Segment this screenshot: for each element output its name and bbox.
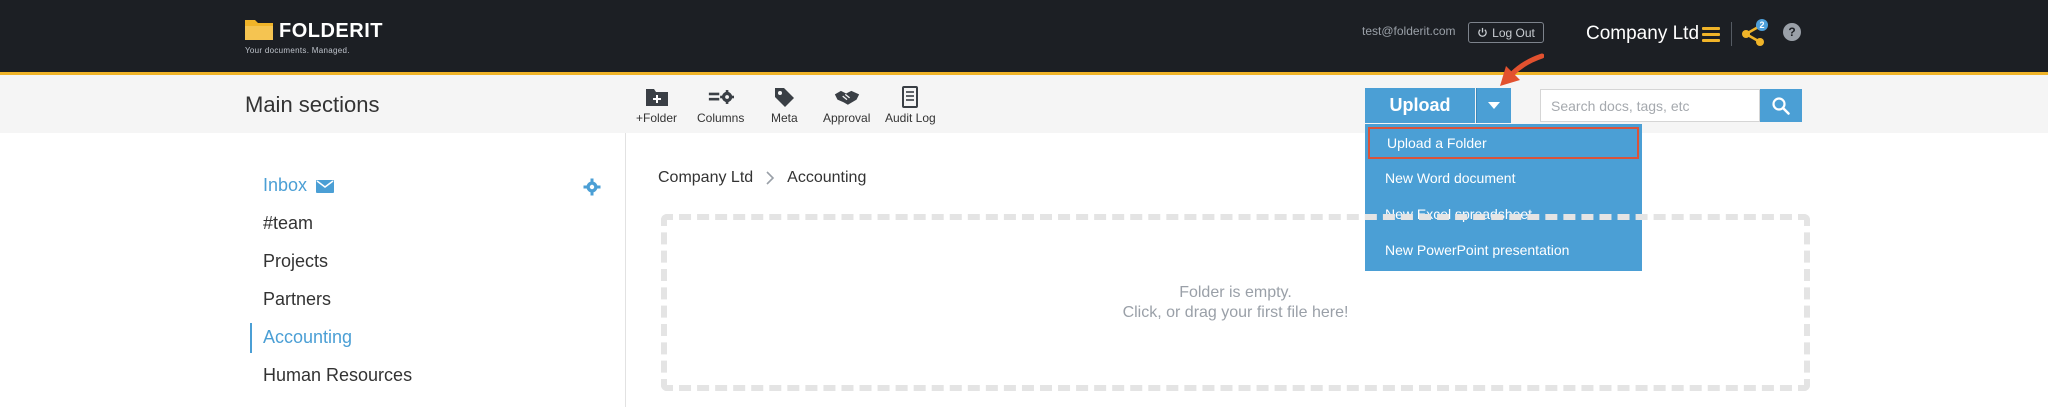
columns-button[interactable]: Columns: [697, 86, 744, 125]
upload-button[interactable]: Upload: [1365, 88, 1475, 123]
breadcrumb-item[interactable]: Company Ltd: [658, 169, 753, 187]
folder-logo-icon: [245, 20, 273, 40]
breadcrumb-current: Accounting: [787, 169, 867, 186]
drop-hint-text: Click, or drag your first file here!: [1122, 303, 1349, 321]
top-bar-divider: [1731, 22, 1732, 46]
annotation-arrow-icon: [1500, 53, 1544, 86]
new-folder-button[interactable]: +Folder: [636, 86, 677, 125]
folderit-logo[interactable]: FOLDERIT Your documents. Managed.: [245, 16, 385, 56]
approval-label: Approval: [823, 111, 871, 125]
logo-text: FOLDERIT: [279, 20, 383, 42]
user-email: test@folderit.com: [1362, 24, 1456, 38]
handshake-icon: [834, 90, 859, 105]
sidebar-item-team[interactable]: #team: [263, 213, 313, 234]
search-button[interactable]: [1760, 89, 1802, 122]
meta-button[interactable]: Meta: [771, 86, 798, 125]
sidebar-item-inbox[interactable]: Inbox: [263, 175, 307, 196]
power-icon: [1478, 27, 1487, 37]
audit-log-label: Audit Log: [885, 111, 936, 125]
breadcrumb: Company Ltd Accounting: [658, 169, 866, 187]
approval-button[interactable]: Approval: [823, 86, 870, 125]
menu-item-new-word[interactable]: New Word document: [1365, 162, 1642, 194]
sidebar-divider: [625, 133, 626, 407]
document-list-icon: [902, 86, 919, 108]
chevron-down-icon: [1488, 102, 1500, 109]
sidebar-item-accounting[interactable]: Accounting: [263, 327, 352, 348]
chevron-right-icon: [766, 171, 775, 185]
mail-icon: [316, 180, 334, 193]
search-icon: [1772, 96, 1790, 115]
menu-item-upload-folder[interactable]: Upload a Folder: [1368, 127, 1639, 159]
company-name[interactable]: Company Ltd: [1586, 23, 1699, 45]
columns-label: Columns: [697, 111, 745, 125]
sidebar-active-indicator: [250, 323, 252, 353]
tag-icon: [775, 88, 795, 107]
gear-icon[interactable]: [583, 178, 601, 196]
new-folder-label: +Folder: [636, 111, 678, 125]
section-title: Main sections: [245, 92, 380, 117]
columns-settings-icon: [708, 90, 734, 104]
menu-icon[interactable]: [1702, 27, 1720, 43]
share-count-badge: 2: [1756, 19, 1768, 31]
file-drop-zone[interactable]: Folder is empty. Click, or drag your fir…: [661, 214, 1810, 391]
sidebar-item-human-resources[interactable]: Human Resources: [263, 365, 412, 386]
logout-button[interactable]: Log Out: [1468, 22, 1544, 43]
help-icon[interactable]: ?: [1783, 23, 1801, 41]
folder-plus-icon: [645, 89, 668, 106]
sidebar-item-projects[interactable]: Projects: [263, 251, 328, 272]
audit-log-button[interactable]: Audit Log: [885, 86, 936, 125]
search-input[interactable]: [1540, 89, 1760, 122]
meta-label: Meta: [771, 111, 798, 125]
logout-label: Log Out: [1492, 25, 1535, 40]
logo-tagline: Your documents. Managed.: [245, 46, 350, 55]
empty-folder-text: Folder is empty.: [1179, 283, 1292, 301]
sidebar-item-partners[interactable]: Partners: [263, 289, 331, 310]
